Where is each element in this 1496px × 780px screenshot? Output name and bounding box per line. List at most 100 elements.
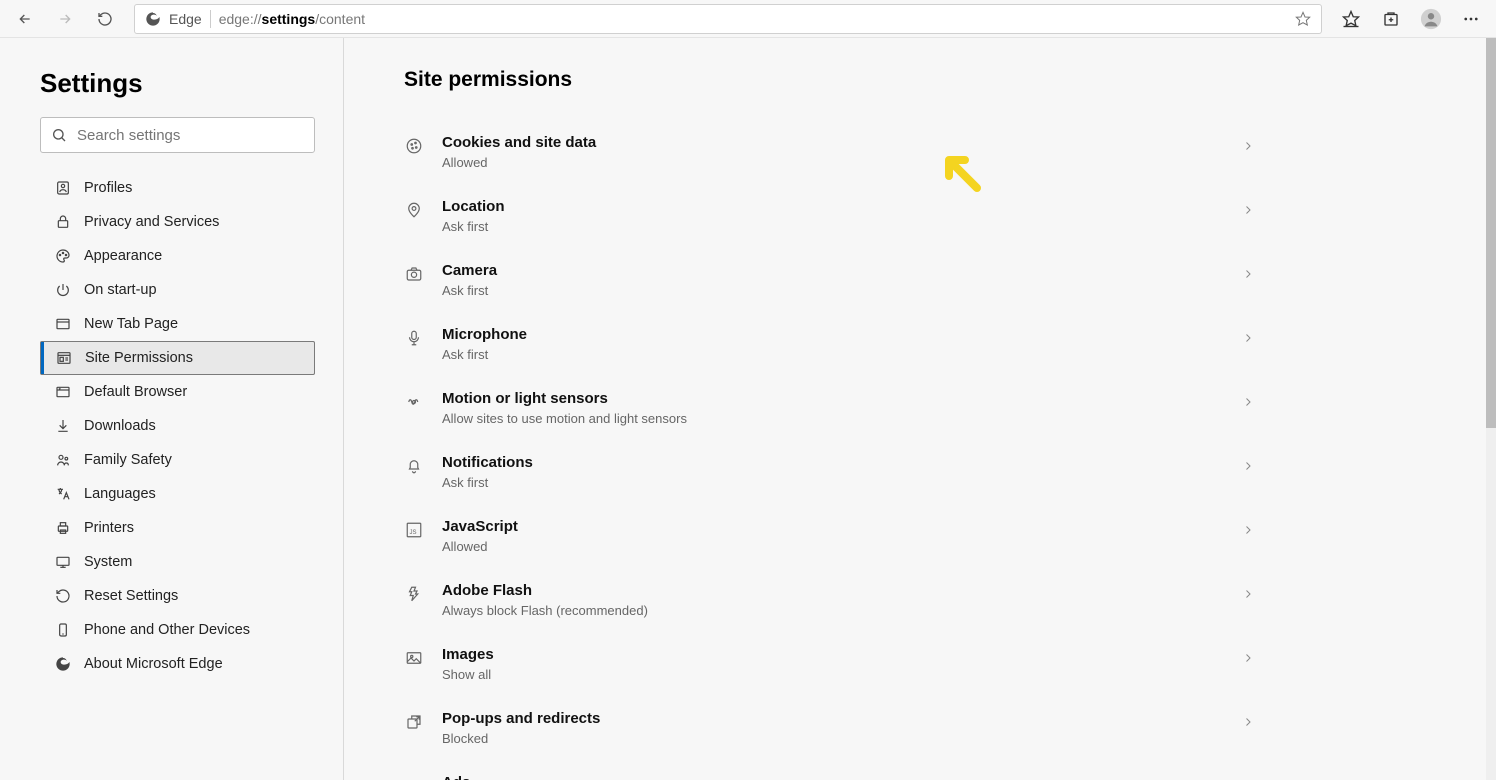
nav-label: Family Safety: [84, 452, 172, 468]
nav-privacy[interactable]: Privacy and Services: [40, 205, 315, 239]
nav-downloads[interactable]: Downloads: [40, 409, 315, 443]
perm-sub: Blocked: [442, 731, 1222, 746]
perm-sub: Show all: [442, 667, 1222, 682]
chevron-right-icon: [1240, 458, 1256, 474]
nav-label: Site Permissions: [85, 350, 193, 366]
settings-title: Settings: [40, 68, 315, 99]
perm-images[interactable]: ImagesShow all: [404, 632, 1436, 696]
chevron-right-icon: [1240, 202, 1256, 218]
lock-icon: [54, 213, 72, 231]
search-icon: [51, 127, 67, 143]
profile-button[interactable]: [1414, 4, 1448, 34]
address-bar[interactable]: Edge edge://settings/content: [134, 4, 1322, 34]
perm-title: Motion or light sensors: [442, 390, 1222, 407]
perm-ads[interactable]: Ads: [404, 760, 1436, 780]
search-settings-box[interactable]: [40, 117, 315, 153]
more-button[interactable]: [1454, 4, 1488, 34]
nav-reset[interactable]: Reset Settings: [40, 579, 315, 613]
star-outline-icon[interactable]: [1295, 11, 1311, 27]
nav-label: Printers: [84, 520, 134, 536]
svg-text:JS: JS: [410, 530, 417, 536]
back-button[interactable]: [8, 4, 42, 34]
nav-newtab[interactable]: New Tab Page: [40, 307, 315, 341]
collections-button[interactable]: [1374, 4, 1408, 34]
perm-notifications[interactable]: NotificationsAsk first: [404, 440, 1436, 504]
motion-icon: [404, 392, 424, 412]
chevron-right-icon: [1240, 522, 1256, 538]
nav-label: Appearance: [84, 248, 162, 264]
bell-icon: [404, 456, 424, 476]
javascript-icon: JS: [404, 520, 424, 540]
nav-label: Profiles: [84, 180, 132, 196]
nav-system[interactable]: System: [40, 545, 315, 579]
search-settings-input[interactable]: [77, 127, 304, 144]
nav-profiles[interactable]: Profiles: [40, 171, 315, 205]
perm-microphone[interactable]: MicrophoneAsk first: [404, 312, 1436, 376]
perm-title: Camera: [442, 262, 1222, 279]
forward-button[interactable]: [48, 4, 82, 34]
perm-javascript[interactable]: JS JavaScriptAllowed: [404, 504, 1436, 568]
scrollbar-track[interactable]: [1486, 38, 1496, 780]
nav-label: System: [84, 554, 132, 570]
nav-about[interactable]: About Microsoft Edge: [40, 647, 315, 681]
scrollbar-thumb[interactable]: [1486, 38, 1496, 428]
nav-printers[interactable]: Printers: [40, 511, 315, 545]
camera-icon: [404, 264, 424, 284]
perm-flash[interactable]: Adobe Flash Always block Flash (recommend…: [404, 568, 1436, 632]
nav-appearance[interactable]: Appearance: [40, 239, 315, 273]
address-separator: [210, 10, 211, 28]
perm-title: Cookies and site data: [442, 134, 1222, 151]
nav-label: New Tab Page: [84, 316, 178, 332]
perm-location[interactable]: LocationAsk first: [404, 184, 1436, 248]
perm-popups[interactable]: Pop-ups and redirectsBlocked: [404, 696, 1436, 760]
power-icon: [54, 281, 72, 299]
chevron-right-icon: [1240, 330, 1256, 346]
edge-icon: [54, 655, 72, 673]
nav-family-safety[interactable]: Family Safety: [40, 443, 315, 477]
perm-title: Adobe Flash: [442, 582, 1222, 599]
settings-sidebar: Settings Profiles Privacy and Services A…: [0, 38, 344, 780]
perm-title: Location: [442, 198, 1222, 215]
favorites-button[interactable]: [1334, 4, 1368, 34]
flash-icon: [404, 584, 424, 604]
languages-icon: [54, 485, 72, 503]
nav-startup[interactable]: On start-up: [40, 273, 315, 307]
url-text: edge://settings/content: [219, 11, 365, 27]
perm-sub: Always block Flash (recommended): [442, 603, 1222, 618]
settings-nav: Profiles Privacy and Services Appearance…: [40, 171, 315, 681]
nav-default-browser[interactable]: Default Browser: [40, 375, 315, 409]
reset-icon: [54, 587, 72, 605]
edge-logo-icon: [145, 11, 161, 27]
perm-sub: Ask first: [442, 475, 1222, 490]
perm-sub: Ask first: [442, 283, 1222, 298]
profile-icon: [54, 179, 72, 197]
image-icon: [404, 648, 424, 668]
perm-camera[interactable]: Camera Ask first: [404, 248, 1436, 312]
printer-icon: [54, 519, 72, 537]
download-icon: [54, 417, 72, 435]
chevron-right-icon: [1240, 714, 1256, 730]
microphone-icon: [404, 328, 424, 348]
refresh-button[interactable]: [88, 4, 122, 34]
perm-title: Microphone: [442, 326, 1222, 343]
nav-label: Default Browser: [84, 384, 187, 400]
site-permissions-icon: [55, 349, 73, 367]
chevron-right-icon: [1240, 650, 1256, 666]
nav-phone[interactable]: Phone and Other Devices: [40, 613, 315, 647]
perm-title: Ads: [442, 774, 1222, 780]
perm-sub: Allow sites to use motion and light sens…: [442, 411, 1222, 426]
nav-label: Phone and Other Devices: [84, 622, 250, 638]
browser-toolbar: Edge edge://settings/content: [0, 0, 1496, 38]
nav-label: Languages: [84, 486, 156, 502]
popup-icon: [404, 712, 424, 732]
cookie-icon: [404, 136, 424, 156]
nav-languages[interactable]: Languages: [40, 477, 315, 511]
site-permissions-content: Site permissions Cookies and site dataAl…: [344, 38, 1496, 780]
perm-cookies[interactable]: Cookies and site dataAllowed: [404, 120, 1436, 184]
perm-motion[interactable]: Motion or light sensors Allow sites to us…: [404, 376, 1436, 440]
site-label: Edge: [169, 11, 202, 27]
nav-site-permissions[interactable]: Site Permissions: [40, 341, 315, 375]
location-icon: [404, 200, 424, 220]
perm-title: JavaScript: [442, 518, 1222, 535]
system-icon: [54, 553, 72, 571]
